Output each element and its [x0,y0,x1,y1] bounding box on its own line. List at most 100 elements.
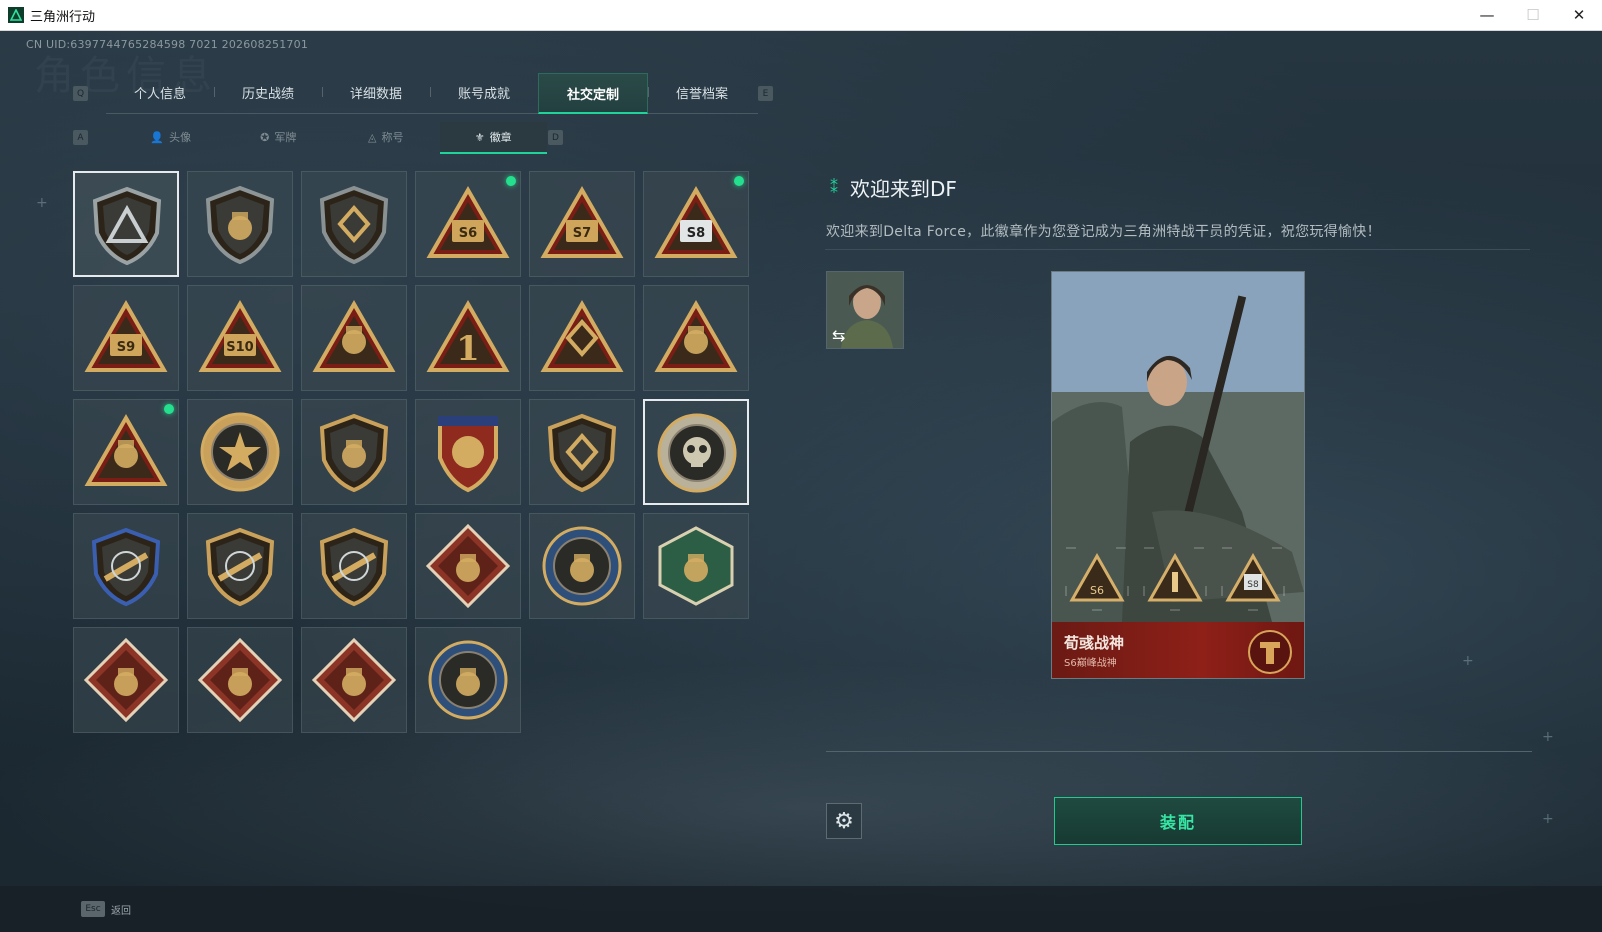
avatar-icon: 👤 [150,130,165,144]
window-title: 三角洲行动 [30,9,96,25]
equip-button[interactable]: 装配 [1054,797,1302,845]
wasp-hex-badge-icon [658,526,734,606]
badge-slot[interactable] [301,399,407,505]
back-label: 返回 [111,905,131,917]
svg-text:S8: S8 [1247,580,1259,590]
badge-slot[interactable]: S7 [529,171,635,277]
swap-icon[interactable]: ⇆ [832,326,845,345]
new-indicator-dot [734,176,744,186]
prev-tab-key-hint[interactable]: Q [73,86,88,101]
tab-5[interactable]: 信誉档案 [648,73,756,111]
dragon-diamond-badge-1-icon [83,637,169,723]
svg-text:S6: S6 [459,226,477,241]
delta-shield-badge-icon [92,186,162,266]
hud-crosshair-icon: + [1542,729,1554,745]
badge-slot[interactable] [301,627,407,733]
badge-slot[interactable] [643,285,749,391]
wolf-diamond-badge-icon [425,523,511,609]
military-card-icon: ✪ [260,130,270,144]
operator-avatar[interactable]: ⇆ [826,271,904,349]
badge-slot[interactable] [73,627,179,733]
badge-slot[interactable] [415,627,521,733]
tab-0[interactable]: 个人信息 [106,73,214,111]
bird-triangle-badge-icon [312,299,396,372]
badge-slot[interactable] [415,513,521,619]
gem-hands-badge-icon [540,299,624,372]
card-slot-rocket-badge-icon [1147,552,1203,602]
diamond-shield-badge-icon [547,413,617,493]
laurel-rifle-badge-icon [319,527,389,607]
badge-slot[interactable] [187,627,293,733]
esc-key-hint: Esc [81,901,105,917]
next-tab-key-hint[interactable]: E [758,86,773,101]
svg-text:S6: S6 [1090,584,1104,597]
next-subtab-key-hint[interactable]: D [548,130,563,145]
subtab-title[interactable]: ◬ 称号 [332,122,440,152]
svg-text:S9: S9 [117,340,135,355]
rifle-dark-shield-badge-icon [205,527,275,607]
badge-slot[interactable] [529,285,635,391]
badge-slot[interactable] [73,171,179,277]
new-indicator-dot [164,404,174,414]
title-icon: ◬ [368,130,377,144]
subtab-label: 称号 [381,131,404,144]
s9-badge-icon: S9 [84,299,168,372]
tab-2[interactable]: 详细数据 [322,73,430,111]
subtab-avatar[interactable]: 👤 头像 [117,122,225,152]
panel-divider [826,751,1532,752]
badge-slot[interactable] [187,399,293,505]
eagle-roundel-badge-icon [542,526,622,606]
subtab-label: 头像 [169,131,192,144]
hud-crosshair-icon: + [36,195,48,211]
badge-slot[interactable]: S10 [187,285,293,391]
badge-slot[interactable]: S6 [415,171,521,277]
badge-slot[interactable] [301,171,407,277]
badge-slot[interactable] [529,513,635,619]
close-button[interactable]: ✕ [1556,0,1602,30]
tab-4[interactable]: 社交定制 [538,73,648,114]
badge-description: 欢迎来到Delta Force，此徽章作为您登记成为三角洲特战干员的凭证，祝您玩… [826,224,1381,240]
dragon-diamond-badge-2-icon [197,637,283,723]
three-star-crest-badge-icon [438,416,498,493]
badge-slot[interactable] [415,399,521,505]
badge-slot[interactable] [643,513,749,619]
new-indicator-dot [506,176,516,186]
maximize-button[interactable]: ☐ [1510,0,1556,30]
badge-slot[interactable] [301,285,407,391]
back-button[interactable]: Esc 返回 [75,895,143,923]
badge-slot[interactable] [643,399,749,505]
svg-text:S8: S8 [687,226,705,241]
subtab-badge[interactable]: ⚜ 徽章 [439,122,547,154]
badge-slot[interactable]: 1 [415,285,521,391]
tab-1[interactable]: 历史战绩 [214,73,322,111]
gold-shield-badge-icon [319,413,389,493]
runner-diamond-badge-icon [311,637,397,723]
subtab-label: 军牌 [274,131,297,144]
subtab-military-card[interactable]: ✪ 军牌 [225,122,333,152]
app-logo-icon [8,7,24,23]
badge-slot[interactable]: S8 [643,171,749,277]
svg-text:S10: S10 [226,340,253,355]
badge-title: 欢迎来到DF [850,177,957,201]
skull-roundel-badge-icon [657,413,737,493]
tab-3[interactable]: 账号成就 [430,73,538,111]
badge-slot[interactable] [529,399,635,505]
badge-slot[interactable] [73,513,179,619]
s7-badge-icon: S7 [540,185,624,258]
diamond-emblem-badge-icon [319,185,389,265]
s8-badge-icon: S8 [654,185,738,258]
badge-slot[interactable] [301,513,407,619]
gear-icon: ⚙ [834,808,854,834]
prev-subtab-key-hint[interactable]: A [73,130,88,145]
settings-button[interactable]: ⚙ [826,803,862,839]
number-one-badge-icon: 1 [426,299,510,372]
minimize-button[interactable]: — [1464,0,1510,30]
badge-slot[interactable] [187,513,293,619]
badge-slot[interactable] [73,399,179,505]
title-marker-icon: ⁑ [830,178,838,197]
badge-slot[interactable] [187,171,293,277]
bottom-bar: Esc 返回 [0,886,1602,932]
hud-crosshair-icon: + [1462,653,1474,669]
window-titlebar: 三角洲行动 — ☐ ✕ [0,0,1602,31]
badge-slot[interactable]: S9 [73,285,179,391]
